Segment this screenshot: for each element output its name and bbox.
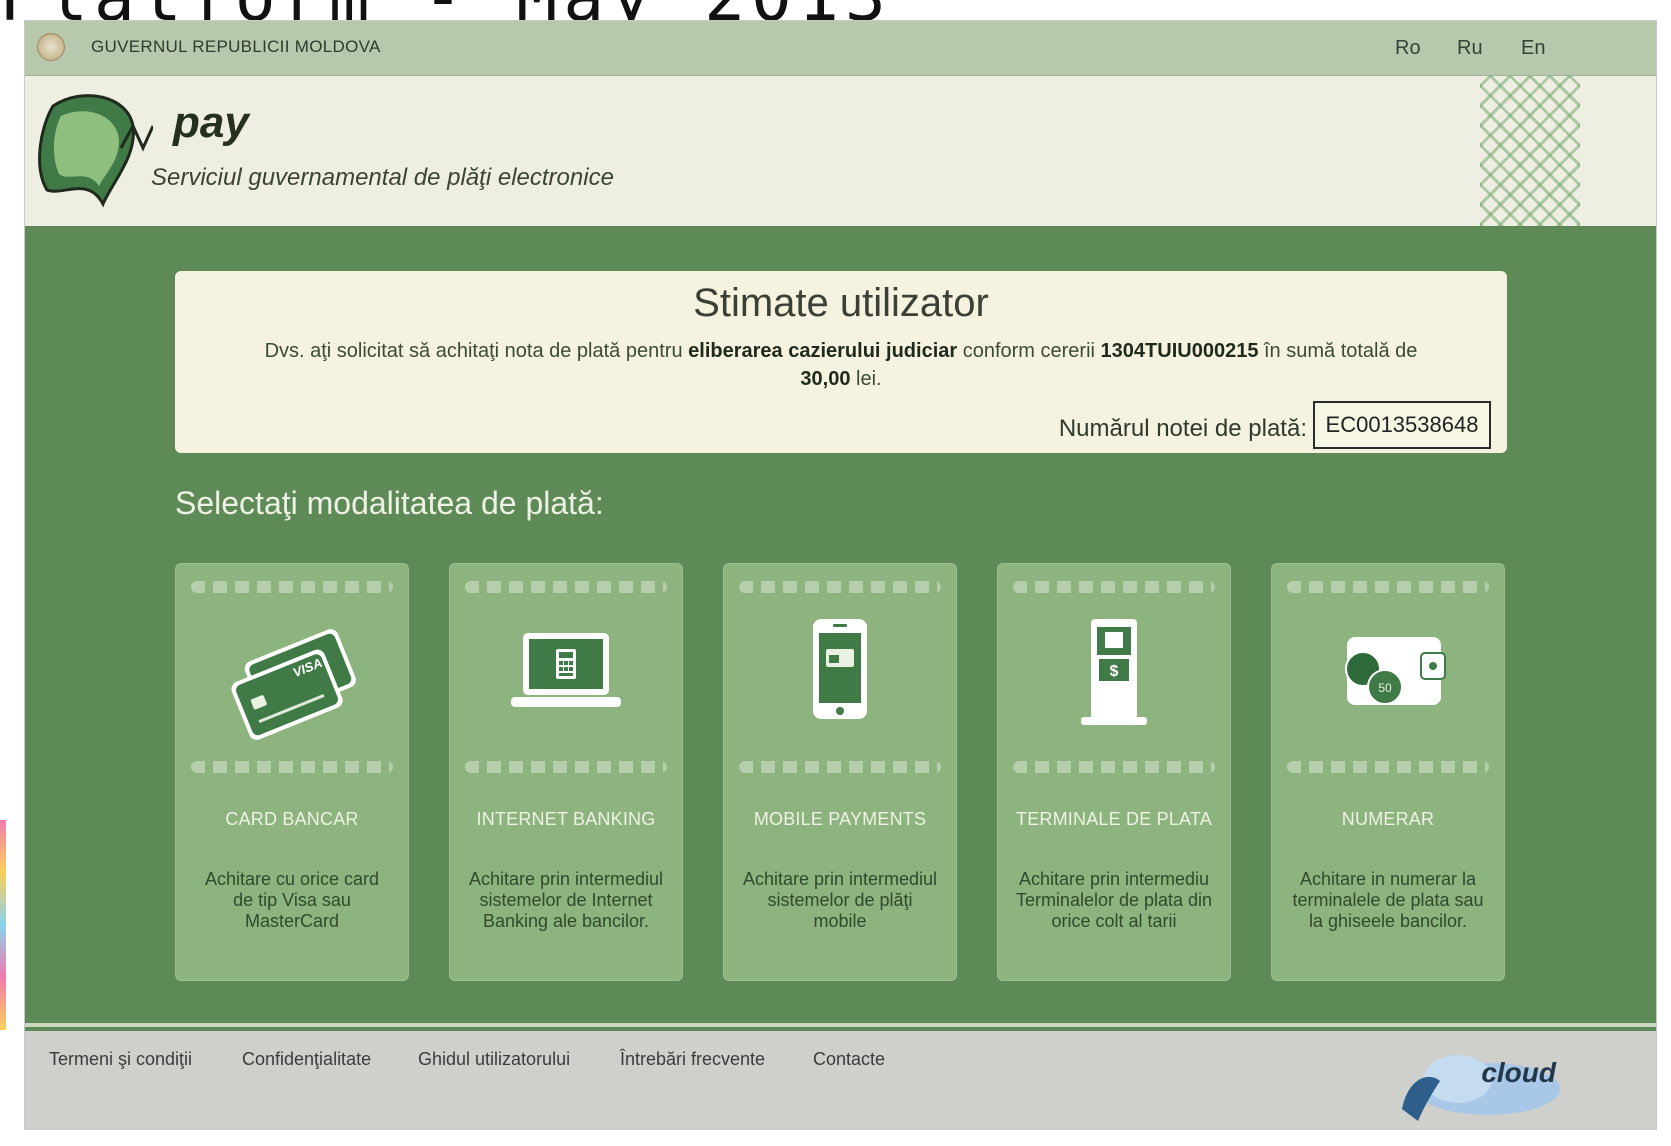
payment-method-description: Achitare prin intermediul sistemelor de … (742, 869, 938, 931)
payment-method-description: Achitare prin intermediu Terminalelor de… (1015, 869, 1213, 931)
language-ru-link[interactable]: Ru (1457, 37, 1483, 60)
chain-ornament (739, 761, 941, 773)
svg-text:$: $ (1110, 663, 1119, 680)
chain-ornament (191, 761, 393, 773)
chain-ornament (465, 581, 667, 593)
payment-method-description: Achitare prin intermediul sistemelor de … (468, 869, 664, 931)
payment-method-name: TERMINALE DE PLATA (1016, 809, 1212, 829)
language-en-link[interactable]: En (1521, 37, 1545, 60)
payment-method-description: Achitare cu orice card de tip Visa sau M… (204, 869, 380, 931)
notice-title: Stimate utilizator (693, 281, 989, 325)
request-id: 1304TUIU000215 (1100, 340, 1259, 362)
chain-ornament (739, 581, 941, 593)
coat-of-arms-icon (37, 33, 65, 61)
chain-ornament (465, 761, 667, 773)
government-title: GUVERNUL REPUBLICII MOLDOVA (91, 37, 381, 56)
chain-ornament (1013, 761, 1215, 773)
government-topbar: GUVERNUL REPUBLICII MOLDOVA Ro Ru En (25, 21, 1656, 76)
laptop-icon (511, 633, 621, 707)
total-amount: 30,00 (800, 368, 851, 390)
ornament-pattern (1480, 76, 1580, 226)
brand-name: pay (173, 98, 249, 147)
bank-card-icon: VISA (231, 629, 356, 740)
footer: Termeni şi condiţii Confidenţialitate Gh… (25, 1031, 1656, 1129)
wallet-coins-icon: 50 (1345, 637, 1446, 705)
footer-link-terms[interactable]: Termeni şi condiţii (49, 1049, 192, 1070)
payment-method-name: MOBILE PAYMENTS (753, 809, 927, 829)
payment-method-heading: Selectaţi modalitatea de plată: (175, 485, 604, 521)
notice-text: Dvs. aţi solicitat să achitaţi nota de p… (191, 337, 1491, 393)
chain-ornament (191, 581, 393, 593)
currency: lei. (856, 368, 882, 390)
invoice-number-value: EC0013538648 (1313, 401, 1491, 449)
notice-text-part: Dvs. aţi solicitat să achitaţi nota de p… (264, 340, 683, 362)
payment-method-mobile-payments[interactable]: MOBILE PAYMENTS Achitare prin intermediu… (723, 563, 957, 981)
chain-ornament (1287, 761, 1489, 773)
footer-link-contacts[interactable]: Contacte (813, 1049, 885, 1070)
mobile-phone-icon (813, 619, 867, 719)
decorative-strip (0, 820, 6, 1030)
notice-text-part: conform cererii (962, 340, 1095, 362)
footer-link-user-guide[interactable]: Ghidul utilizatorului (418, 1049, 570, 1070)
mcloud-brand: cloud (1481, 1057, 1556, 1088)
payment-method-name: NUMERAR (1341, 809, 1435, 829)
chain-ornament (1287, 581, 1489, 593)
site-header: pay Serviciul guvernamental de plăţi ele… (25, 76, 1656, 234)
chain-ornament (1013, 581, 1215, 593)
service-name: eliberarea cazierului judiciar (688, 340, 958, 362)
payment-method-terminale-de-plata[interactable]: $ TERMINALE DE PLATA Achitare prin inter… (997, 563, 1231, 981)
svg-text:50: 50 (1378, 681, 1392, 695)
browser-page: GUVERNUL REPUBLICII MOLDOVA Ro Ru En pay… (24, 20, 1657, 1130)
payment-method-description: Achitare in numerar la terminalele de pl… (1292, 869, 1484, 931)
notice-panel: Stimate utilizator Dvs. aţi solicitat să… (175, 271, 1507, 453)
payment-method-name: INTERNET BANKING (476, 809, 656, 829)
payment-method-internet-banking[interactable]: INTERNET BANKING Achitare prin intermedi… (449, 563, 683, 981)
payment-method-card-bancar[interactable]: VISA CARD BANCAR Achitare cu orice card … (175, 563, 409, 981)
payment-method-numerar[interactable]: 50 NUMERAR Achitare in numerar la termin… (1271, 563, 1505, 981)
payment-terminal-icon: $ (1081, 619, 1147, 725)
mpay-logo-icon[interactable] (33, 86, 153, 216)
notice-text-part: în sumă totală de (1264, 340, 1418, 362)
language-ro-link[interactable]: Ro (1395, 37, 1421, 60)
footer-divider (25, 1023, 1656, 1027)
footer-link-faq[interactable]: Întrebări frecvente (620, 1049, 765, 1070)
payment-method-name: CARD BANCAR (225, 809, 359, 829)
invoice-number-label: Numărul notei de plată: (1058, 415, 1307, 442)
brand-tagline: Serviciul guvernamental de plăţi electro… (151, 164, 614, 191)
footer-link-privacy[interactable]: Confidenţialitate (242, 1049, 371, 1070)
